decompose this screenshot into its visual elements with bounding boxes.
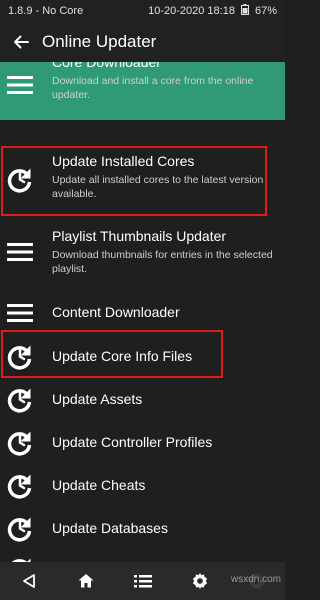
menu-item-content-downloader[interactable]: Content Downloader	[0, 294, 285, 332]
updater-menu-list: Core Downloader Download and install a c…	[0, 62, 285, 562]
watermark-text: wsxdn.com	[230, 574, 281, 585]
update-icon	[5, 470, 35, 500]
menu-item-label: Update Cheats	[52, 477, 146, 493]
battery-level: 67%	[254, 5, 277, 17]
update-icon	[5, 513, 35, 543]
menu-item-description: Download thumbnails for entries in the s…	[52, 249, 273, 275]
back-arrow-icon[interactable]	[10, 31, 32, 53]
menu-icon	[5, 237, 35, 267]
annotation-highlight-box	[1, 330, 223, 378]
status-bar: 1.8.9 - No Core 10-20-2020 18:18 67%	[0, 0, 285, 22]
settings-icon[interactable]	[185, 566, 215, 596]
menu-item-playlist-thumbnails-updater[interactable]: Playlist Thumbnails Updater Download thu…	[0, 222, 285, 282]
status-datetime: 10-20-2020 18:18	[148, 5, 235, 17]
home-icon[interactable]	[71, 566, 101, 596]
menu-item-label: Content Downloader	[52, 304, 180, 320]
update-icon	[5, 384, 35, 414]
menu-item-update-controller-profiles[interactable]: Update Controller Profiles	[0, 423, 285, 461]
app-header: Online Updater	[0, 22, 285, 62]
menu-icon	[5, 70, 35, 100]
menu-item-update-assets[interactable]: Update Assets	[0, 380, 285, 418]
menu-item-label: Update Databases	[52, 520, 168, 536]
status-left-text: 1.8.9 - No Core	[8, 5, 84, 17]
page-title: Online Updater	[42, 32, 157, 51]
menu-item-core-downloader[interactable]: Core Downloader Download and install a c…	[0, 62, 285, 120]
status-right: 10-20-2020 18:18 67%	[148, 4, 277, 18]
menu-item-partial[interactable]	[0, 552, 285, 562]
menu-item-label: Update Controller Profiles	[52, 434, 213, 450]
list-icon[interactable]	[128, 566, 158, 596]
menu-item-update-cheats[interactable]: Update Cheats	[0, 466, 285, 504]
menu-item-update-databases[interactable]: Update Databases	[0, 509, 285, 547]
menu-item-label: Playlist Thumbnails Updater	[52, 228, 227, 244]
update-icon	[5, 554, 35, 562]
menu-item-description: Download and install a core from the onl…	[52, 75, 254, 101]
menu-item-label: Core Downloader	[52, 62, 161, 70]
back-icon[interactable]	[14, 566, 44, 596]
annotation-highlight-box	[1, 146, 267, 216]
battery-icon	[240, 4, 249, 18]
menu-icon	[5, 298, 35, 328]
menu-item-label: Update Assets	[52, 391, 143, 407]
update-icon	[5, 427, 35, 457]
